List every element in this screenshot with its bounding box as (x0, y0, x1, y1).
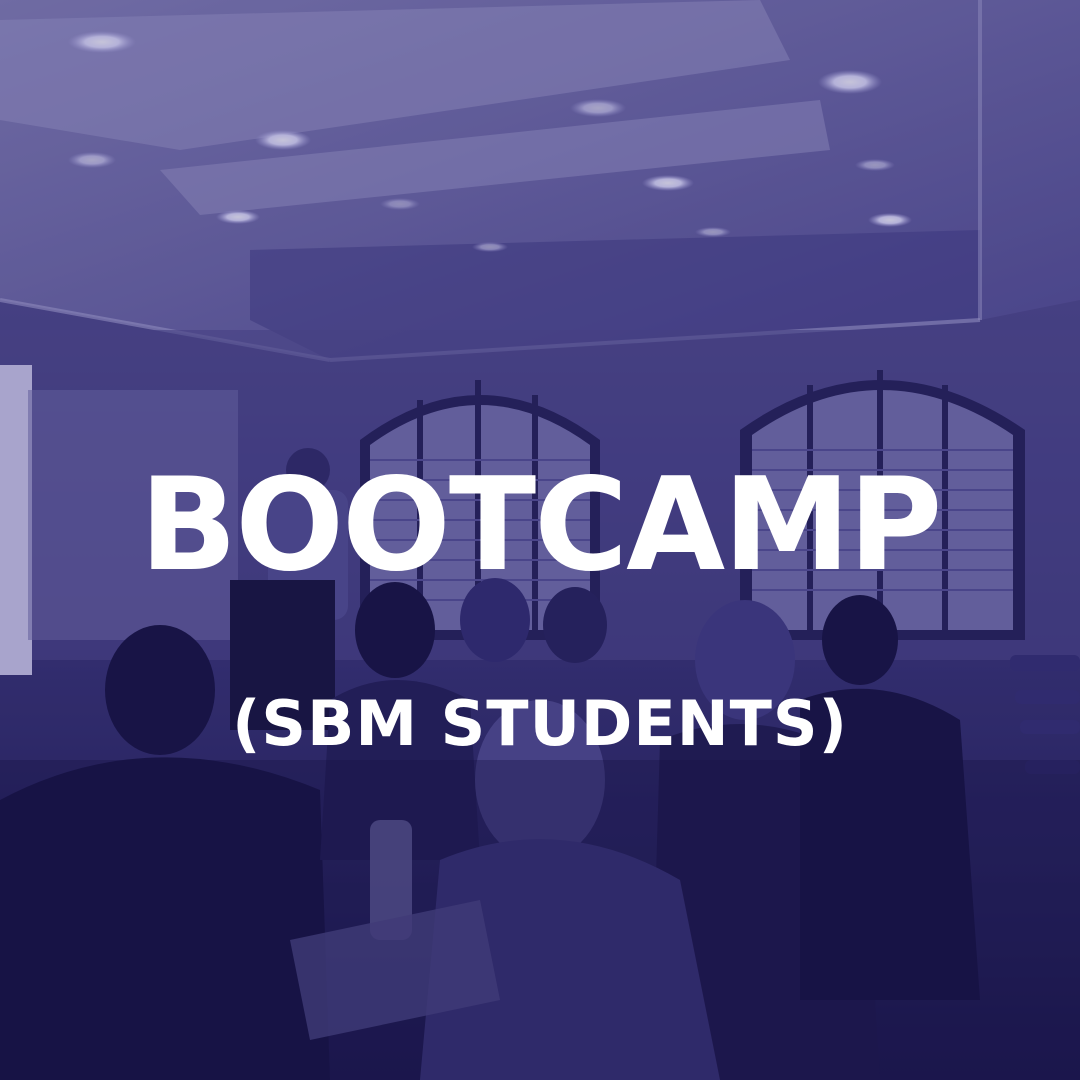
headline-text: BOOTCAMP (139, 451, 943, 600)
subheadline-text: (SBM STUDENTS) (232, 687, 848, 760)
bootcamp-banner: BOOTCAMP (SBM STUDENTS) (0, 0, 1080, 1080)
